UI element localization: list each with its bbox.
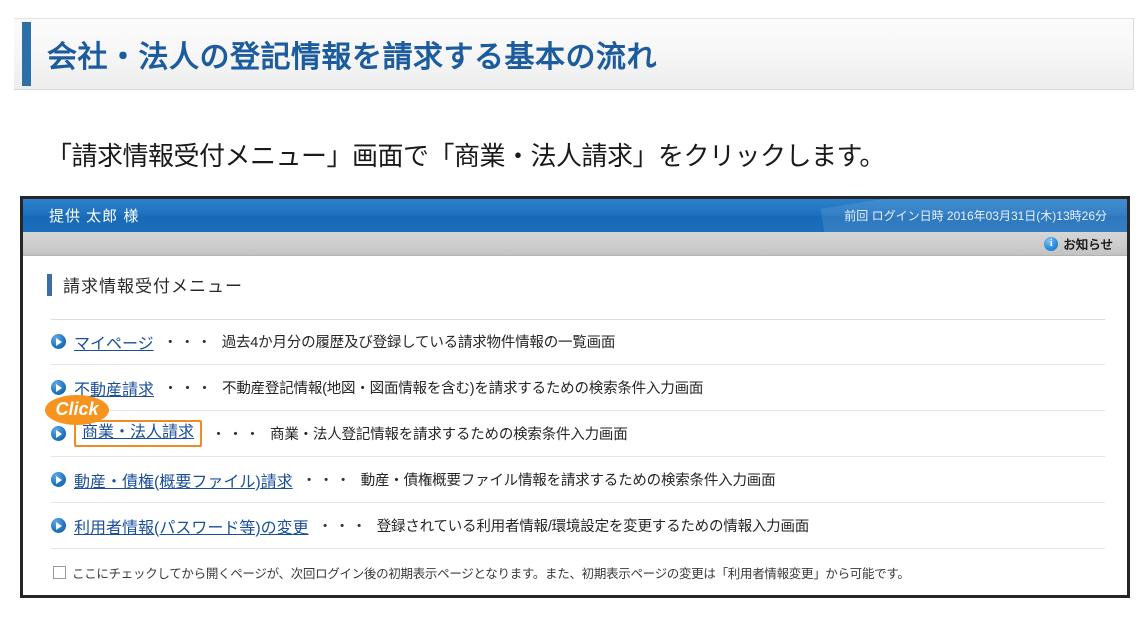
app-subbar: i お知らせ bbox=[23, 232, 1127, 256]
click-highlight-box[interactable]: 商業・法人請求 bbox=[74, 420, 203, 447]
menu-description: 不動産登記情報(地図・図面情報を含む)を請求するための検索条件入力画面 bbox=[222, 381, 704, 397]
menu-list: マイページ ・・・ 過去4か月分の履歴及び登録している請求物件情報の一覧画面 不… bbox=[23, 319, 1127, 549]
menu-dots: ・・・ bbox=[301, 472, 353, 489]
default-page-checkbox[interactable] bbox=[53, 566, 66, 579]
play-circle-icon bbox=[51, 472, 66, 487]
menu-dots: ・・・ bbox=[163, 380, 215, 397]
menu-title-text: 請求情報受付メニュー bbox=[63, 277, 243, 296]
menu-row[interactable]: 利用者情報(パスワード等)の変更 ・・・ 登録されている利用者情報/環境設定を変… bbox=[51, 503, 1105, 549]
play-circle-icon bbox=[51, 334, 66, 349]
menu-row[interactable]: マイページ ・・・ 過去4か月分の履歴及び登録している請求物件情報の一覧画面 bbox=[51, 319, 1105, 365]
page-title: 会社・法人の登記情報を請求する基本の流れ bbox=[47, 41, 657, 74]
embedded-app-screenshot: 提供 太郎 様 前回 ログイン日時 2016年03月31日(木)13時26分 i… bbox=[20, 196, 1130, 598]
user-name-label: 提供 太郎 様 bbox=[49, 208, 140, 225]
menu-link[interactable]: 動産・債権(概要ファイル)請求 bbox=[74, 468, 293, 492]
menu-row[interactable]: 動産・債権(概要ファイル)請求 ・・・ 動産・債権概要ファイル情報を請求するため… bbox=[51, 457, 1105, 503]
menu-title-accent-bar bbox=[47, 273, 52, 296]
instruction-text: 「請求情報受付メニュー」画面で「商業・法人請求」をクリックします。 bbox=[46, 141, 885, 171]
last-login-datetime: 前回 ログイン日時 2016年03月31日(木)13時26分 bbox=[844, 209, 1107, 223]
play-circle-icon bbox=[51, 426, 66, 441]
click-callout-badge: Click bbox=[45, 395, 109, 425]
heading-accent-bar bbox=[22, 22, 31, 86]
notice-label: お知らせ bbox=[1063, 238, 1113, 252]
notice-link[interactable]: i お知らせ bbox=[1044, 234, 1113, 253]
default-page-note: ここにチェックしてから開くページが、次回ログイン後の初期表示ページとなります。ま… bbox=[72, 567, 910, 581]
page-heading-band: 会社・法人の登記情報を請求する基本の流れ bbox=[14, 18, 1134, 90]
menu-dots: ・・・ bbox=[211, 426, 263, 443]
play-circle-icon bbox=[51, 380, 66, 395]
info-icon: i bbox=[1044, 236, 1059, 251]
app-body: 請求情報受付メニュー マイページ ・・・ 過去4か月分の履歴及び登録している請求… bbox=[23, 272, 1127, 595]
menu-dots: ・・・ bbox=[162, 334, 214, 351]
menu-dots: ・・・ bbox=[317, 518, 369, 535]
menu-description: 商業・法人登記情報を請求するための検索条件入力画面 bbox=[270, 427, 628, 443]
menu-link[interactable]: マイページ bbox=[74, 330, 154, 354]
default-page-checkbox-row[interactable]: ここにチェックしてから開くページが、次回ログイン後の初期表示ページとなります。ま… bbox=[53, 563, 1105, 582]
menu-link[interactable]: 商業・法人請求 bbox=[82, 424, 194, 441]
menu-row[interactable]: 不動産請求 ・・・ 不動産登記情報(地図・図面情報を含む)を請求するための検索条… bbox=[51, 365, 1105, 411]
menu-description: 動産・債権概要ファイル情報を請求するための検索条件入力画面 bbox=[360, 473, 776, 489]
menu-section-title: 請求情報受付メニュー bbox=[47, 272, 1127, 297]
menu-description: 過去4か月分の履歴及び登録している請求物件情報の一覧画面 bbox=[221, 335, 616, 351]
menu-row-highlighted[interactable]: 商業・法人請求 Click ・・・ 商業・法人登記情報を請求するための検索条件入… bbox=[45, 395, 1105, 457]
menu-description: 登録されている利用者情報/環境設定を変更するための情報入力画面 bbox=[376, 519, 810, 535]
menu-link[interactable]: 利用者情報(パスワード等)の変更 bbox=[74, 514, 309, 538]
app-topbar: 提供 太郎 様 前回 ログイン日時 2016年03月31日(木)13時26分 bbox=[23, 199, 1127, 232]
play-circle-icon bbox=[51, 518, 66, 533]
